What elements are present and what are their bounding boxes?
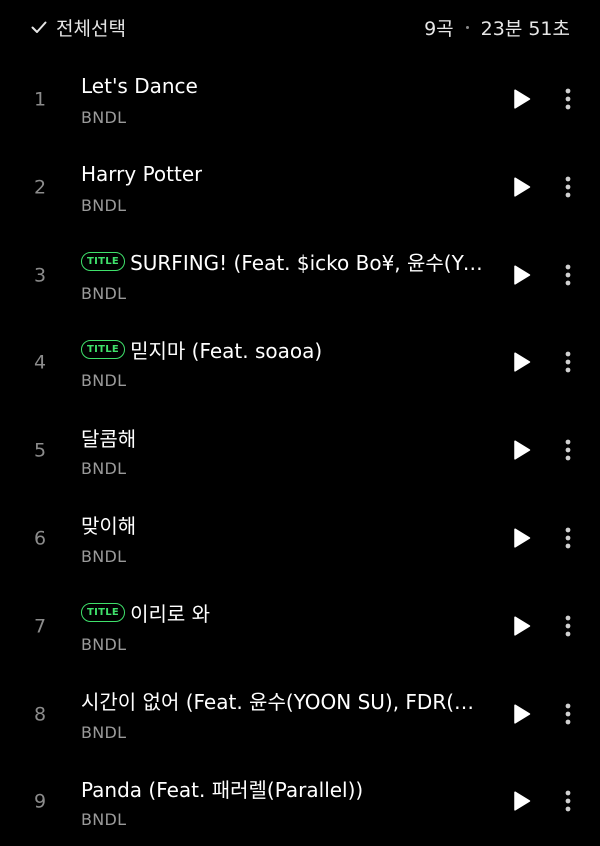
play-icon	[513, 352, 531, 376]
track-list: 1 Let's Dance BNDL 2 Harry Potter BNDL 3 TITLE S…	[0, 56, 600, 846]
track-title: Let's Dance	[81, 74, 198, 98]
track-artist: BNDL	[81, 634, 127, 654]
select-all-label: 전체선택	[56, 17, 126, 40]
select-all-button[interactable]: 전체선택	[30, 12, 126, 42]
play-button[interactable]	[510, 791, 534, 815]
play-icon	[513, 616, 531, 640]
track-row[interactable]: 8 시간이 없어 (Feat. 윤수(YOON SU), FDR(에… BNDL	[0, 671, 600, 759]
play-icon	[513, 89, 531, 113]
track-artist: BNDL	[81, 371, 127, 391]
play-button[interactable]	[510, 352, 534, 376]
track-row[interactable]: 6 맞이해 BNDL	[0, 495, 600, 583]
track-title-row: Let's Dance	[81, 73, 491, 99]
track-title: SURFING! (Feat. $icko Bo¥, 윤수(YO…	[130, 251, 491, 276]
track-row[interactable]: 1 Let's Dance BNDL	[0, 56, 600, 144]
track-title: 달콤해	[81, 426, 137, 451]
play-button[interactable]	[510, 89, 534, 113]
track-row[interactable]: 4 TITLE 믿지마 (Feat. soaoa) BNDL	[0, 319, 600, 407]
more-vertical-icon	[565, 615, 571, 641]
track-row[interactable]: 7 TITLE 이리로 와 BNDL	[0, 583, 600, 671]
track-number: 3	[34, 264, 47, 287]
more-options-button[interactable]	[556, 703, 580, 729]
track-count: 9곡	[424, 17, 454, 40]
play-icon	[513, 704, 531, 728]
track-title-row: Panda (Feat. 패러렐(Parallel))	[81, 775, 491, 802]
track-row[interactable]: 9 Panda (Feat. 패러렐(Parallel)) BNDL	[0, 758, 600, 846]
track-number: 6	[34, 527, 47, 550]
play-icon	[513, 528, 531, 552]
track-row[interactable]: 5 달콤해 BNDL	[0, 407, 600, 495]
play-button[interactable]	[510, 704, 534, 728]
play-icon	[513, 177, 531, 201]
more-options-button[interactable]	[556, 439, 580, 465]
track-artist: BNDL	[81, 810, 127, 830]
title-track-badge: TITLE	[81, 339, 126, 359]
play-icon	[513, 265, 531, 289]
track-title: 맞이해	[81, 514, 137, 539]
track-number: 2	[34, 176, 47, 199]
play-icon	[513, 791, 531, 815]
track-title: 이리로 와	[130, 602, 211, 627]
track-artist: BNDL	[81, 283, 127, 303]
track-title-row: TITLE SURFING! (Feat. $icko Bo¥, 윤수(YO…	[81, 249, 491, 275]
more-vertical-icon	[565, 88, 571, 114]
check-icon	[30, 18, 48, 36]
track-row[interactable]: 3 TITLE SURFING! (Feat. $icko Bo¥, 윤수(YO… B…	[0, 232, 600, 320]
more-options-button[interactable]	[556, 264, 580, 290]
playlist-summary: 9곡 23분 51초	[424, 12, 570, 42]
track-title-row: TITLE 이리로 와	[81, 600, 491, 626]
track-title: 시간이 없어 (Feat. 윤수(YOON SU), FDR(에…	[81, 690, 491, 715]
track-number: 7	[34, 615, 47, 638]
track-artist: BNDL	[81, 722, 127, 742]
track-title: Harry Potter	[81, 161, 203, 186]
track-artist: BNDL	[81, 195, 127, 215]
track-title-row: Harry Potter	[81, 161, 491, 187]
more-options-button[interactable]	[556, 527, 580, 553]
more-vertical-icon	[565, 264, 571, 290]
more-vertical-icon	[565, 703, 571, 729]
more-vertical-icon	[565, 790, 571, 816]
track-title: 믿지마 (Feat. soaoa)	[130, 338, 323, 363]
track-artist: BNDL	[81, 108, 127, 127]
title-track-badge: TITLE	[81, 603, 126, 623]
track-title-row: 시간이 없어 (Feat. 윤수(YOON SU), FDR(에…	[81, 688, 491, 714]
play-button[interactable]	[510, 265, 534, 289]
more-options-button[interactable]	[556, 176, 580, 202]
play-button[interactable]	[510, 528, 534, 552]
track-number: 5	[34, 439, 47, 462]
separator-dot	[465, 25, 469, 29]
track-artist: BNDL	[81, 546, 127, 566]
more-vertical-icon	[565, 351, 571, 377]
more-vertical-icon	[565, 527, 571, 553]
track-artist: BNDL	[81, 459, 127, 479]
more-options-button[interactable]	[556, 88, 580, 114]
play-button[interactable]	[510, 177, 534, 201]
track-number: 4	[34, 351, 47, 374]
play-button[interactable]	[510, 440, 534, 464]
more-options-button[interactable]	[556, 790, 580, 816]
track-number: 8	[34, 703, 47, 726]
track-title-row: 달콤해	[81, 424, 491, 451]
track-row[interactable]: 2 Harry Potter BNDL	[0, 144, 600, 232]
more-options-button[interactable]	[556, 351, 580, 377]
play-icon	[513, 440, 531, 464]
more-vertical-icon	[565, 176, 571, 202]
track-title-row: 맞이해	[81, 512, 491, 538]
more-options-button[interactable]	[556, 615, 580, 641]
more-vertical-icon	[565, 439, 571, 465]
track-number: 9	[34, 790, 47, 813]
track-number: 1	[34, 88, 47, 111]
track-title-row: TITLE 믿지마 (Feat. soaoa)	[81, 336, 491, 363]
total-duration: 23분 51초	[480, 17, 570, 40]
play-button[interactable]	[510, 616, 534, 640]
track-list-header: 전체선택 9곡 23분 51초	[0, 0, 600, 56]
track-title: Panda (Feat. 패러렐(Parallel))	[81, 777, 364, 802]
title-track-badge: TITLE	[81, 252, 126, 272]
